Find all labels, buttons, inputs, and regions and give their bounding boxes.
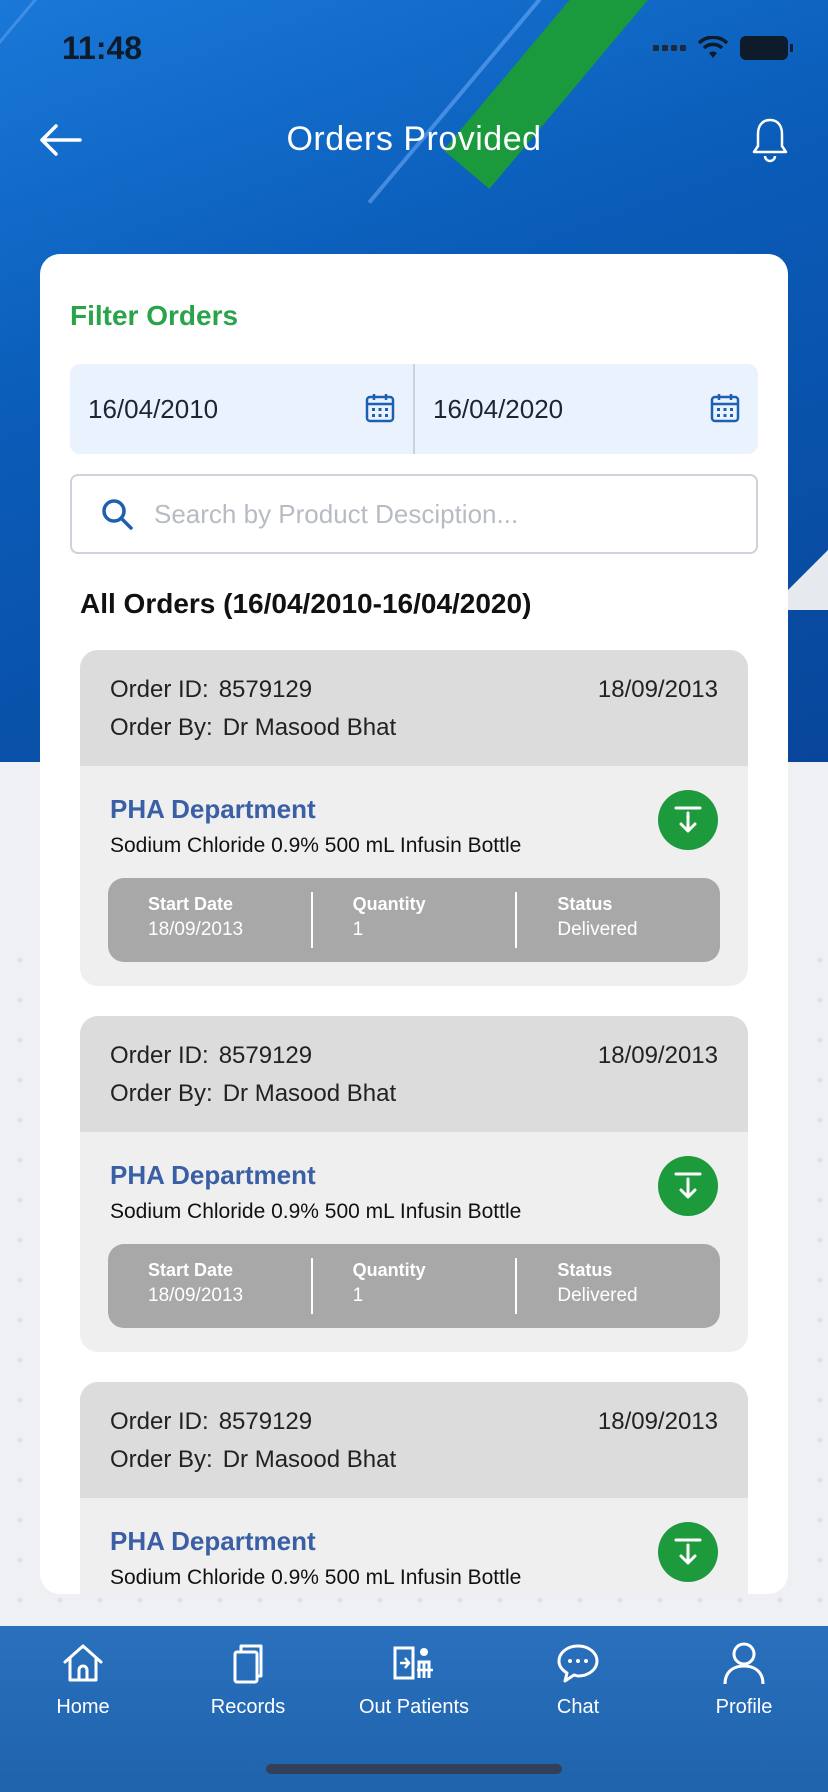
order-meta-bar: Start Date 18/09/2013 Quantity 1 Status Del… xyxy=(108,878,720,962)
download-button[interactable] xyxy=(658,1156,718,1216)
order-card[interactable]: Order ID: 8579129 Order By: Dr Masood Bhat… xyxy=(80,650,748,986)
signal-icon xyxy=(653,45,686,51)
orders-card: Filter Orders 16/04/2010 16/04/2020 Sear… xyxy=(40,254,788,1594)
quantity-cell: Quantity 1 xyxy=(310,892,516,948)
order-meta-bar: Start Date 18/09/2013 Quantity 1 Status Del… xyxy=(108,1244,720,1328)
order-id: 8579129 xyxy=(218,1408,313,1435)
date-from-value: 16/04/2010 xyxy=(88,393,219,424)
order-by-row: Order By: Dr Masood Bhat xyxy=(110,1446,397,1473)
start-date-cell: Start Date 18/09/2013 xyxy=(108,1258,311,1314)
download-icon xyxy=(674,1538,702,1565)
order-id: 8579129 xyxy=(218,676,313,703)
filter-title: Filter Orders xyxy=(70,300,239,331)
order-by: Dr Masood Bhat xyxy=(222,714,397,741)
date-range: 16/04/2010 16/04/2020 xyxy=(70,364,758,454)
department-name: PHA Department xyxy=(110,1160,316,1190)
battery-icon xyxy=(740,36,793,60)
nav-label: Records xyxy=(210,1696,286,1718)
order-id-row: Order ID: 8579129 xyxy=(110,1408,313,1435)
nav-profile[interactable]: Profile xyxy=(674,1640,814,1719)
department-name: PHA Department xyxy=(110,1526,316,1556)
product-description: Sodium Chloride 0.9% 500 mL Infusin Bott… xyxy=(110,1200,522,1223)
order-by-row: Order By: Dr Masood Bhat xyxy=(110,1080,397,1107)
quantity-value: 1 xyxy=(352,919,364,940)
quantity-cell: Quantity 1 xyxy=(310,1258,516,1314)
start-date-value: 18/09/2013 xyxy=(148,919,244,940)
order-date: 18/09/2013 xyxy=(597,1042,718,1069)
status-bar: 11:48 xyxy=(0,0,828,100)
date-from-field[interactable]: 16/04/2010 xyxy=(70,364,413,454)
order-date: 18/09/2013 xyxy=(597,676,718,703)
search-icon xyxy=(102,499,133,530)
order-id-row: Order ID: 8579129 xyxy=(110,1042,313,1069)
search-input[interactable] xyxy=(154,498,714,530)
bell-icon xyxy=(752,118,788,163)
start-date-cell: Start Date 18/09/2013 xyxy=(108,892,311,948)
order-date: 18/09/2013 xyxy=(597,1408,718,1435)
order-id: 8579129 xyxy=(218,1042,313,1069)
download-icon xyxy=(674,1172,702,1199)
notifications-button[interactable] xyxy=(750,116,790,164)
profile-icon xyxy=(723,1642,765,1685)
out-patients-icon xyxy=(393,1646,433,1680)
orders-heading: All Orders (16/04/2010-16/04/2020) xyxy=(80,588,532,619)
nav-label: Home xyxy=(56,1696,110,1718)
download-button[interactable] xyxy=(658,790,718,850)
home-icon xyxy=(63,1644,103,1682)
nav-label: Chat xyxy=(556,1696,600,1718)
page-title: Orders Provided xyxy=(286,120,542,158)
quantity-value: 1 xyxy=(352,1285,364,1306)
nav-home[interactable]: Home xyxy=(13,1640,153,1719)
order-card[interactable]: Order ID: 8579129 Order By: Dr Masood Bhat… xyxy=(80,1016,748,1352)
nav-label: Out Patients xyxy=(358,1696,470,1718)
download-icon xyxy=(674,806,702,833)
status-cell: Status Delivered xyxy=(515,1258,720,1314)
department-name: PHA Department xyxy=(110,794,316,824)
order-card[interactable]: Order ID: 8579129 Order By: Dr Masood Bhat… xyxy=(80,1382,748,1594)
home-indicator xyxy=(266,1764,562,1774)
status-cell: Status Delivered xyxy=(515,892,720,948)
product-description: Sodium Chloride 0.9% 500 mL Infusin Bott… xyxy=(110,1566,522,1589)
order-by: Dr Masood Bhat xyxy=(222,1080,397,1107)
download-button[interactable] xyxy=(658,1522,718,1582)
date-to-field[interactable]: 16/04/2020 xyxy=(413,364,758,454)
status-value: Delivered xyxy=(557,1285,638,1306)
records-icon xyxy=(233,1644,263,1684)
app-header: Orders Provided xyxy=(0,100,828,180)
start-date-value: 18/09/2013 xyxy=(148,1285,244,1306)
status-time: 11:48 xyxy=(62,30,143,66)
wifi-icon xyxy=(698,36,728,58)
nav-chat[interactable]: Chat xyxy=(508,1640,648,1719)
status-value: Delivered xyxy=(557,919,638,940)
order-by: Dr Masood Bhat xyxy=(222,1446,397,1473)
date-to-value: 16/04/2020 xyxy=(433,393,564,424)
calendar-icon[interactable] xyxy=(365,392,395,424)
search-box xyxy=(70,474,758,554)
product-description: Sodium Chloride 0.9% 500 mL Infusin Bott… xyxy=(110,834,522,857)
order-id-row: Order ID: 8579129 xyxy=(110,676,313,703)
nav-records[interactable]: Records xyxy=(178,1640,318,1719)
calendar-icon[interactable] xyxy=(710,392,740,424)
nav-out-patients[interactable]: Out Patients xyxy=(344,1640,484,1719)
order-by-row: Order By: Dr Masood Bhat xyxy=(110,714,397,741)
chat-icon xyxy=(557,1644,599,1683)
nav-label: Profile xyxy=(715,1696,773,1718)
